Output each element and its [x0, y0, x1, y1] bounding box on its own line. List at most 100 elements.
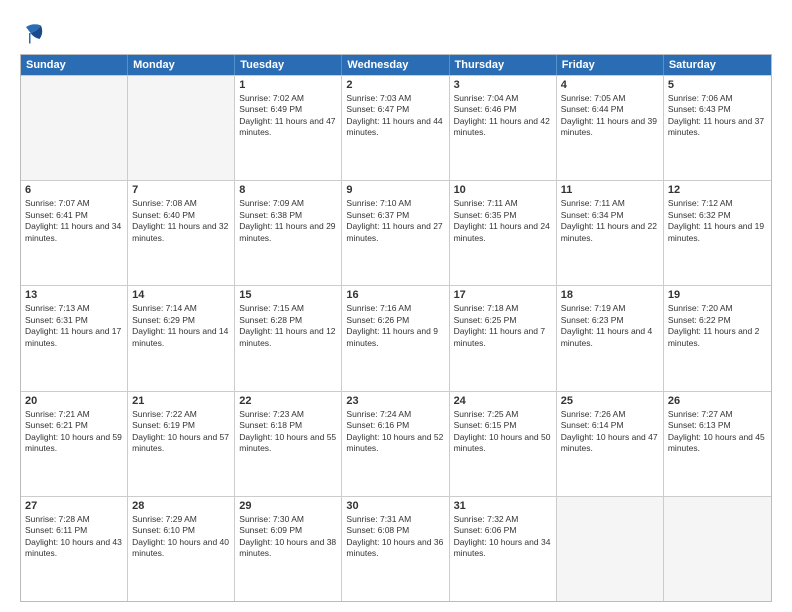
day-number: 6 — [25, 184, 123, 196]
calendar-cell — [664, 497, 771, 601]
day-number: 1 — [239, 79, 337, 91]
day-info: Sunrise: 7:22 AM Sunset: 6:19 PM Dayligh… — [132, 409, 230, 455]
calendar-cell: 9 Sunrise: 7:10 AM Sunset: 6:37 PM Daylig… — [342, 181, 449, 285]
day-number: 29 — [239, 500, 337, 512]
weekday-header: Sunday — [21, 55, 128, 75]
day-number: 10 — [454, 184, 552, 196]
calendar-row: 1 Sunrise: 7:02 AM Sunset: 6:49 PM Daylig… — [21, 75, 771, 180]
day-number: 3 — [454, 79, 552, 91]
calendar-cell: 11 Sunrise: 7:11 AM Sunset: 6:34 PM Dayli… — [557, 181, 664, 285]
day-info: Sunrise: 7:25 AM Sunset: 6:15 PM Dayligh… — [454, 409, 552, 455]
calendar-cell: 19 Sunrise: 7:20 AM Sunset: 6:22 PM Dayli… — [664, 286, 771, 390]
day-info: Sunrise: 7:23 AM Sunset: 6:18 PM Dayligh… — [239, 409, 337, 455]
calendar-cell: 1 Sunrise: 7:02 AM Sunset: 6:49 PM Daylig… — [235, 76, 342, 180]
day-number: 21 — [132, 395, 230, 407]
calendar-cell: 22Sunrise: 7:23 AM Sunset: 6:18 PM Dayli… — [235, 392, 342, 496]
day-info: Sunrise: 7:21 AM Sunset: 6:21 PM Dayligh… — [25, 409, 123, 455]
day-info: Sunrise: 7:15 AM Sunset: 6:28 PM Dayligh… — [239, 303, 337, 349]
weekday-header: Monday — [128, 55, 235, 75]
calendar-cell: 21 Sunrise: 7:22 AM Sunset: 6:19 PM Dayli… — [128, 392, 235, 496]
calendar-row: 6 Sunrise: 7:07 AM Sunset: 6:41 PM Daylig… — [21, 180, 771, 285]
logo — [20, 18, 56, 48]
day-number: 8 — [239, 184, 337, 196]
day-info: Sunrise: 7:24 AM Sunset: 6:16 PM Dayligh… — [346, 409, 444, 455]
day-info: Sunrise: 7:11 AM Sunset: 6:34 PM Dayligh… — [561, 198, 659, 244]
calendar-cell: 28 Sunrise: 7:29 AM Sunset: 6:10 PM Dayli… — [128, 497, 235, 601]
day-number: 5 — [668, 79, 767, 91]
day-info: Sunrise: 7:13 AM Sunset: 6:31 PM Dayligh… — [25, 303, 123, 349]
page: SundayMondayTuesdayWednesdayThursdayFrid… — [0, 0, 792, 612]
day-number: 9 — [346, 184, 444, 196]
calendar-cell: 25Sunrise: 7:26 AM Sunset: 6:14 PM Dayli… — [557, 392, 664, 496]
calendar-cell: 4 Sunrise: 7:05 AM Sunset: 6:44 PM Daylig… — [557, 76, 664, 180]
calendar-cell: 18Sunrise: 7:19 AM Sunset: 6:23 PM Dayli… — [557, 286, 664, 390]
day-number: 2 — [346, 79, 444, 91]
day-number: 25 — [561, 395, 659, 407]
calendar-cell: 2 Sunrise: 7:03 AM Sunset: 6:47 PM Daylig… — [342, 76, 449, 180]
header — [20, 18, 772, 48]
day-info: Sunrise: 7:16 AM Sunset: 6:26 PM Dayligh… — [346, 303, 444, 349]
calendar-cell: 13Sunrise: 7:13 AM Sunset: 6:31 PM Dayli… — [21, 286, 128, 390]
day-number: 23 — [346, 395, 444, 407]
day-info: Sunrise: 7:10 AM Sunset: 6:37 PM Dayligh… — [346, 198, 444, 244]
calendar-cell: 29 Sunrise: 7:30 AM Sunset: 6:09 PM Dayli… — [235, 497, 342, 601]
day-number: 27 — [25, 500, 123, 512]
day-number: 20 — [25, 395, 123, 407]
day-info: Sunrise: 7:27 AM Sunset: 6:13 PM Dayligh… — [668, 409, 767, 455]
calendar-cell: 31 Sunrise: 7:32 AM Sunset: 6:06 PM Dayli… — [450, 497, 557, 601]
calendar-cell: 10 Sunrise: 7:11 AM Sunset: 6:35 PM Dayli… — [450, 181, 557, 285]
calendar-cell: 26 Sunrise: 7:27 AM Sunset: 6:13 PM Dayli… — [664, 392, 771, 496]
calendar-cell — [128, 76, 235, 180]
calendar-cell: 24 Sunrise: 7:25 AM Sunset: 6:15 PM Dayli… — [450, 392, 557, 496]
day-info: Sunrise: 7:18 AM Sunset: 6:25 PM Dayligh… — [454, 303, 552, 349]
calendar-row: 27 Sunrise: 7:28 AM Sunset: 6:11 PM Dayli… — [21, 496, 771, 601]
day-number: 26 — [668, 395, 767, 407]
calendar-row: 13Sunrise: 7:13 AM Sunset: 6:31 PM Dayli… — [21, 285, 771, 390]
calendar-cell: 7 Sunrise: 7:08 AM Sunset: 6:40 PM Daylig… — [128, 181, 235, 285]
day-number: 28 — [132, 500, 230, 512]
day-info: Sunrise: 7:06 AM Sunset: 6:43 PM Dayligh… — [668, 93, 767, 139]
day-number: 30 — [346, 500, 444, 512]
day-info: Sunrise: 7:08 AM Sunset: 6:40 PM Dayligh… — [132, 198, 230, 244]
day-info: Sunrise: 7:32 AM Sunset: 6:06 PM Dayligh… — [454, 514, 552, 560]
day-info: Sunrise: 7:07 AM Sunset: 6:41 PM Dayligh… — [25, 198, 123, 244]
day-number: 31 — [454, 500, 552, 512]
calendar-body: 1 Sunrise: 7:02 AM Sunset: 6:49 PM Daylig… — [21, 75, 771, 601]
calendar-cell: 20 Sunrise: 7:21 AM Sunset: 6:21 PM Dayli… — [21, 392, 128, 496]
weekday-header: Saturday — [664, 55, 771, 75]
day-number: 17 — [454, 289, 552, 301]
day-number: 24 — [454, 395, 552, 407]
day-number: 4 — [561, 79, 659, 91]
day-number: 15 — [239, 289, 337, 301]
day-info: Sunrise: 7:02 AM Sunset: 6:49 PM Dayligh… — [239, 93, 337, 139]
day-info: Sunrise: 7:03 AM Sunset: 6:47 PM Dayligh… — [346, 93, 444, 139]
day-info: Sunrise: 7:28 AM Sunset: 6:11 PM Dayligh… — [25, 514, 123, 560]
day-info: Sunrise: 7:29 AM Sunset: 6:10 PM Dayligh… — [132, 514, 230, 560]
day-info: Sunrise: 7:04 AM Sunset: 6:46 PM Dayligh… — [454, 93, 552, 139]
calendar-cell: 3 Sunrise: 7:04 AM Sunset: 6:46 PM Daylig… — [450, 76, 557, 180]
calendar-cell: 17 Sunrise: 7:18 AM Sunset: 6:25 PM Dayli… — [450, 286, 557, 390]
day-number: 7 — [132, 184, 230, 196]
calendar-cell: 8 Sunrise: 7:09 AM Sunset: 6:38 PM Daylig… — [235, 181, 342, 285]
calendar-cell — [21, 76, 128, 180]
day-number: 19 — [668, 289, 767, 301]
day-info: Sunrise: 7:05 AM Sunset: 6:44 PM Dayligh… — [561, 93, 659, 139]
calendar-cell: 6 Sunrise: 7:07 AM Sunset: 6:41 PM Daylig… — [21, 181, 128, 285]
day-number: 18 — [561, 289, 659, 301]
weekday-header: Tuesday — [235, 55, 342, 75]
day-info: Sunrise: 7:20 AM Sunset: 6:22 PM Dayligh… — [668, 303, 767, 349]
day-info: Sunrise: 7:11 AM Sunset: 6:35 PM Dayligh… — [454, 198, 552, 244]
weekday-header: Thursday — [450, 55, 557, 75]
calendar-cell: 5 Sunrise: 7:06 AM Sunset: 6:43 PM Daylig… — [664, 76, 771, 180]
calendar-cell: 16 Sunrise: 7:16 AM Sunset: 6:26 PM Dayli… — [342, 286, 449, 390]
day-info: Sunrise: 7:30 AM Sunset: 6:09 PM Dayligh… — [239, 514, 337, 560]
day-number: 11 — [561, 184, 659, 196]
day-info: Sunrise: 7:14 AM Sunset: 6:29 PM Dayligh… — [132, 303, 230, 349]
calendar-cell: 14 Sunrise: 7:14 AM Sunset: 6:29 PM Dayli… — [128, 286, 235, 390]
day-info: Sunrise: 7:31 AM Sunset: 6:08 PM Dayligh… — [346, 514, 444, 560]
day-number: 16 — [346, 289, 444, 301]
day-info: Sunrise: 7:09 AM Sunset: 6:38 PM Dayligh… — [239, 198, 337, 244]
day-number: 14 — [132, 289, 230, 301]
weekday-header: Wednesday — [342, 55, 449, 75]
calendar-cell: 15 Sunrise: 7:15 AM Sunset: 6:28 PM Dayli… — [235, 286, 342, 390]
